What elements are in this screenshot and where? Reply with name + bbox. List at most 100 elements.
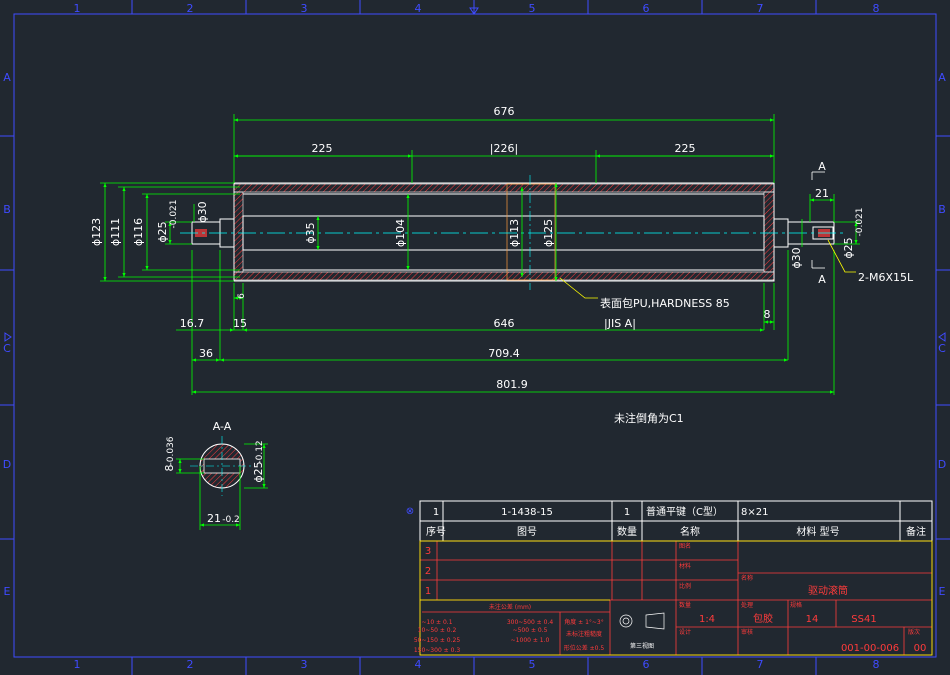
zone-col-3-bottom: 3 bbox=[301, 658, 308, 671]
tol-right-2: 形位公差 ±0.5 bbox=[564, 644, 605, 652]
projection-symbol bbox=[619, 612, 665, 630]
zone-col-6: 6 bbox=[643, 2, 650, 15]
zone-row-a-right: A bbox=[938, 71, 946, 84]
zone-col-4-bottom: 4 bbox=[415, 658, 422, 671]
dim-dia-25-right: ϕ25 bbox=[842, 237, 855, 258]
dim-dia-125: ϕ125 bbox=[542, 219, 555, 247]
dim-right-21: 21 bbox=[815, 187, 829, 200]
zone-col-4: 4 bbox=[415, 2, 422, 15]
dim-dia-30-left: ϕ30 bbox=[196, 201, 209, 222]
pu-coating-top bbox=[233, 183, 775, 193]
zone-col-6-bottom: 6 bbox=[643, 658, 650, 671]
chamfer-note: 未注倒角为C1 bbox=[614, 411, 684, 425]
dim-overall-length: 676 bbox=[494, 105, 515, 118]
label-material: 材料 bbox=[679, 562, 691, 570]
dim-dia-30-right: ϕ30 bbox=[790, 247, 803, 268]
zone-row-d: D bbox=[3, 458, 11, 471]
dim-6: 6 bbox=[237, 293, 247, 299]
zone-row-a: A bbox=[3, 71, 11, 84]
zone-labels-bottom: 1 2 3 4 5 6 7 8 bbox=[74, 658, 880, 671]
hdr-name: 名称 bbox=[680, 525, 700, 538]
dim-dia-111: ϕ111 bbox=[109, 218, 122, 246]
dimension-texts: 676 225 |226| 225 21 ϕ123 ϕ111 ϕ116 ϕ25 … bbox=[90, 105, 914, 391]
notes: 表面包PU,HARDNESS 85 |JIS A| 未注倒角为C1 bbox=[600, 296, 730, 425]
section-key-width-tol: -0.036 bbox=[166, 436, 176, 465]
zone-col-1-bottom: 1 bbox=[74, 658, 81, 671]
parts-row-name: 普通平键（C型） bbox=[646, 505, 723, 518]
zone-row-e: E bbox=[4, 585, 11, 598]
dim-dia-25-left: ϕ25 bbox=[156, 221, 169, 242]
dim-mid-226: |226| bbox=[490, 142, 518, 155]
dim-16-7: 16.7 bbox=[180, 317, 205, 330]
dim-dia-113: ϕ113 bbox=[508, 219, 521, 247]
empty-row-3: 3 bbox=[425, 546, 431, 557]
drawing-number: 001-00-006 bbox=[841, 643, 899, 654]
section-mark-bottom: A bbox=[818, 273, 826, 286]
tolerance-title: 未注公差 (mm) bbox=[489, 603, 531, 611]
label-scale: 比例 bbox=[679, 582, 691, 590]
dim-dia-116: ϕ116 bbox=[132, 218, 145, 246]
section-depth-tol: -0.2 bbox=[222, 515, 240, 525]
parts-row-drawing: 1-1438-15 bbox=[501, 507, 553, 518]
dim-dia-25-right-tol: -0.021 bbox=[855, 207, 865, 236]
material-value: 包胶 bbox=[753, 612, 773, 625]
label-treatment: 处理 bbox=[741, 601, 753, 609]
zone-col-2-bottom: 2 bbox=[187, 658, 194, 671]
coating-note-line2: |JIS A| bbox=[604, 317, 636, 330]
parts-row-qty: 1 bbox=[624, 507, 630, 518]
zone-col-5-bottom: 5 bbox=[529, 658, 536, 671]
dim-dia-104: ϕ104 bbox=[394, 219, 407, 247]
parts-row-spec: 8×21 bbox=[741, 507, 768, 518]
section-mark-top: A bbox=[818, 160, 826, 173]
dim-left-225: 225 bbox=[312, 142, 333, 155]
scale-value: 1:4 bbox=[699, 614, 715, 625]
zone-col-7: 7 bbox=[757, 2, 764, 15]
quantity-value: 14 bbox=[806, 614, 819, 625]
part-name-value: 驱动滚筒 bbox=[808, 584, 848, 597]
section-a-a-view: A-A 8 -0.036 ϕ25 -0.12 21 -0.2 bbox=[163, 420, 268, 530]
dim-36: 36 bbox=[199, 347, 213, 360]
label-quantity: 数量 bbox=[679, 601, 691, 609]
section-dia-tol: -0.12 bbox=[255, 440, 265, 463]
leaders bbox=[559, 239, 856, 299]
tol-mid-1: ~500 ± 0.5 bbox=[513, 627, 548, 634]
dim-right-225: 225 bbox=[675, 142, 696, 155]
hdr-drawing: 图号 bbox=[517, 526, 537, 538]
dim-8: 8 bbox=[764, 308, 771, 321]
dim-15: 15 bbox=[233, 317, 247, 330]
dim-801-9: 801.9 bbox=[496, 378, 528, 391]
dimension-lines bbox=[100, 114, 860, 395]
label-designer: 设计 bbox=[679, 628, 691, 636]
label-name: 名称 bbox=[741, 574, 753, 582]
tol-right-0: 角度 ± 1°~3° bbox=[564, 618, 604, 626]
tol-mid-2: ~1000 ± 1.0 bbox=[511, 637, 550, 644]
coating-note-line1: 表面包PU,HARDNESS 85 bbox=[600, 296, 730, 310]
zone-row-b: B bbox=[3, 203, 11, 216]
hdr-qty: 数量 bbox=[617, 525, 637, 538]
snap-icon: ⊗ bbox=[406, 506, 414, 517]
parts-row-no: 1 bbox=[433, 507, 439, 518]
tol-mid-0: 300~500 ± 0.4 bbox=[507, 619, 553, 626]
dim-dia-35: ϕ35 bbox=[304, 222, 317, 243]
projection-label: 第三视图 bbox=[630, 642, 654, 650]
standard-value: SS41 bbox=[851, 614, 876, 625]
label-spec: 规格 bbox=[790, 601, 802, 609]
end-plate-right bbox=[763, 191, 775, 273]
section-depth: 21 bbox=[207, 512, 221, 525]
zone-row-c: C bbox=[3, 342, 11, 355]
zone-col-8: 8 bbox=[873, 2, 880, 15]
dim-dia-25-left-tol: -0.021 bbox=[169, 199, 179, 228]
dim-dia-123: ϕ123 bbox=[90, 218, 103, 246]
dim-646: 646 bbox=[494, 317, 515, 330]
label-checker: 审核 bbox=[741, 628, 753, 636]
zone-row-b-right: B bbox=[938, 203, 946, 216]
zone-col-5: 5 bbox=[529, 2, 536, 15]
dim-709-4: 709.4 bbox=[488, 347, 520, 360]
thread-callout: 2-M6X15L bbox=[858, 271, 914, 284]
drawing-frame bbox=[0, 0, 950, 675]
hdr-material: 材料 型号 bbox=[796, 525, 839, 538]
zone-row-c-right: C bbox=[938, 342, 946, 355]
empty-row-1: 1 bbox=[425, 586, 431, 597]
zone-col-1: 1 bbox=[74, 2, 81, 15]
zone-col-7-bottom: 7 bbox=[757, 658, 764, 671]
